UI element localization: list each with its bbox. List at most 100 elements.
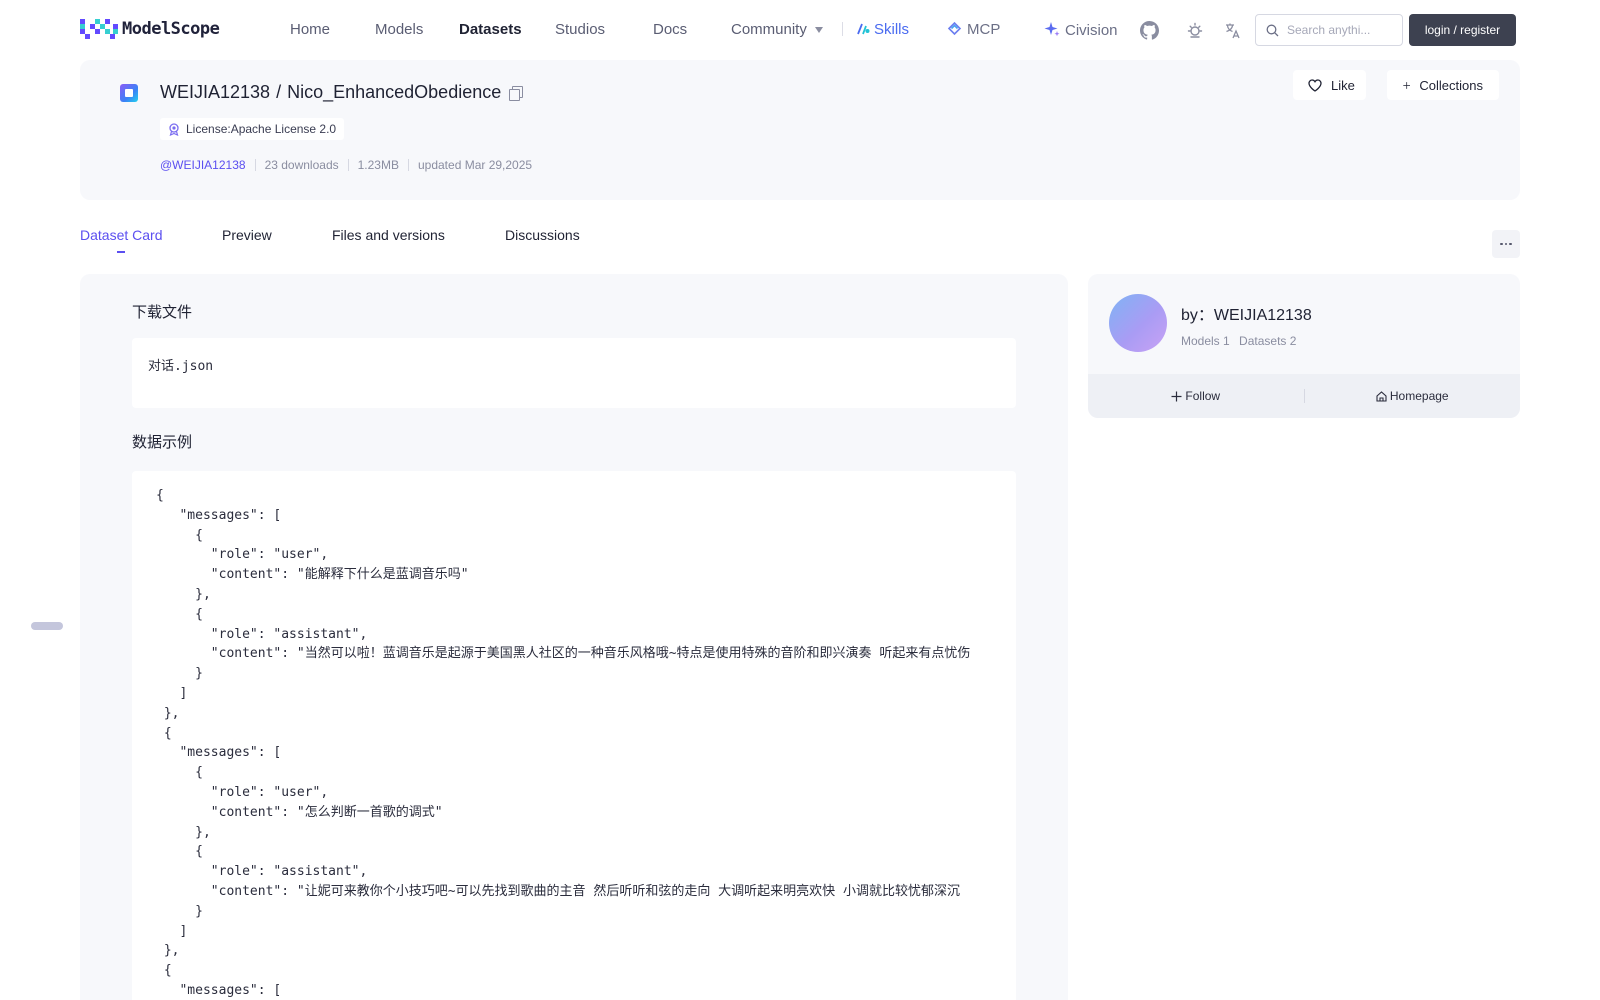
more-dot (1504, 242, 1508, 246)
code-line: } (156, 903, 203, 919)
author-name[interactable]: by：WEIJIA12138 (1181, 301, 1312, 325)
dataset-owner[interactable]: WEIJIA12138 (160, 82, 270, 103)
nav-community-label: Community (731, 21, 807, 38)
top-nav: ModelScope Home Models Datasets Studios … (0, 0, 1600, 58)
more-dot (1509, 242, 1512, 246)
license-icon (169, 122, 179, 136)
skills-icon (857, 23, 870, 35)
author-link[interactable]: @WEIJIA12138 (160, 158, 246, 172)
nav-mcp[interactable]: MCP (947, 21, 1000, 38)
models-count[interactable]: Models 1 (1181, 334, 1230, 348)
code-line: { (156, 725, 172, 741)
code-content: { "messages": [ { "role": "user", "conte… (132, 471, 1016, 1000)
code-line: { (156, 606, 203, 622)
github-icon[interactable] (1139, 20, 1159, 40)
file-name[interactable]: 对话.json (148, 359, 213, 374)
dataset-title: WEIJIA12138 / Nico_EnhancedObedience (160, 82, 524, 103)
home-icon (1376, 390, 1387, 402)
title-slash: / (276, 82, 282, 102)
language-icon[interactable] (1222, 20, 1242, 40)
updated-date: updated Mar 29,2025 (417, 158, 533, 172)
follow-button[interactable]: Follow (1088, 389, 1304, 403)
nav-docs[interactable]: Docs (653, 21, 687, 38)
nav-studios[interactable]: Studios (555, 21, 605, 38)
code-line: "messages": [ (156, 507, 282, 523)
datasets-count[interactable]: Datasets 2 (1239, 334, 1296, 348)
download-count: 23 downloads (264, 158, 339, 172)
nav-models[interactable]: Models (375, 21, 423, 38)
code-line: "messages": [ (156, 982, 282, 998)
nav-civision-label: Civision (1065, 22, 1118, 39)
code-block: { "messages": [ { "role": "user", "conte… (132, 471, 1016, 1000)
code-line: { (156, 844, 203, 860)
code-line: "content": "怎么判断一首歌的调式" (156, 804, 443, 820)
theme-sun-icon[interactable] (1185, 20, 1205, 40)
license-text: License:Apache License 2.0 (186, 122, 337, 136)
code-line: { (156, 527, 203, 543)
code-line: ] (156, 685, 188, 701)
follow-label: Follow (1185, 389, 1221, 403)
dataset-header-card: WEIJIA12138 / Nico_EnhancedObedience Lic… (80, 60, 1520, 200)
login-register-button[interactable]: login / register (1409, 14, 1516, 46)
nav-divider (842, 22, 843, 36)
more-options-button[interactable] (1492, 230, 1520, 258)
nav-datasets[interactable]: Datasets (459, 21, 522, 38)
data-example-heading: 数据示例 (132, 434, 193, 451)
side-panel-handle[interactable] (31, 622, 63, 630)
license-badge[interactable]: License:Apache License 2.0 (160, 118, 345, 140)
more-dot (1500, 242, 1503, 246)
search-input[interactable] (1287, 23, 1395, 37)
sparkle-icon (1044, 22, 1060, 37)
code-line: }, (156, 824, 211, 840)
tab-preview[interactable]: Preview (222, 227, 272, 243)
search-box[interactable] (1255, 14, 1403, 46)
tab-discussions[interactable]: Discussions (505, 227, 580, 243)
mcp-icon (947, 21, 962, 36)
dataset-name: Nico_EnhancedObedience (287, 82, 502, 102)
nav-skills-label: Skills (874, 21, 910, 38)
code-line: }, (156, 586, 211, 602)
code-line: { (156, 963, 172, 979)
code-line: { (156, 488, 164, 503)
dataset-meta: @WEIJIA12138 23 downloads 1.23MB updated… (160, 158, 532, 172)
code-line: "role": "user", (156, 784, 329, 800)
meta-divider (254, 159, 256, 171)
code-line: ] (156, 923, 188, 939)
nav-skills[interactable]: Skills (857, 21, 909, 38)
logo-text: ModelScope (122, 19, 220, 39)
chevron-down-icon (814, 27, 823, 34)
search-icon (1266, 24, 1279, 36)
code-line: }, (156, 943, 180, 959)
code-line: "messages": [ (156, 745, 282, 761)
tab-files-and-versions[interactable]: Files and versions (332, 227, 445, 243)
download-files-heading: 下载文件 (132, 304, 193, 321)
author-actions: Follow Homepage (1088, 374, 1520, 418)
author-counts: Models 1 Datasets 2 (1181, 334, 1302, 348)
meta-divider (407, 159, 409, 171)
collections-button[interactable]: Collections (1387, 70, 1499, 100)
copy-icon[interactable] (509, 85, 524, 101)
code-line: "content": "能解释下什么是蓝调音乐吗" (156, 567, 469, 583)
nav-mcp-label: MCP (967, 21, 1001, 38)
tab-dataset-card[interactable]: Dataset Card (80, 227, 162, 243)
code-line: "role": "assistant", (156, 626, 368, 642)
logo-mark-icon (80, 19, 118, 39)
avatar[interactable] (1109, 294, 1167, 352)
code-line: "content": "让妮可来教你个小技巧吧~可以先找到歌曲的主音 然后听听和… (156, 883, 961, 899)
nav-civision[interactable]: Civision (1044, 21, 1118, 39)
homepage-button[interactable]: Homepage (1305, 389, 1521, 403)
like-label: Like (1331, 77, 1355, 93)
plus-icon (1403, 81, 1411, 89)
plus-icon (1171, 391, 1182, 401)
nav-community[interactable]: Community (731, 21, 823, 38)
dataset-card-content: 下载文件 对话.json 数据示例 { "messages": [ { "rol… (80, 274, 1068, 1000)
code-line: } (156, 666, 203, 682)
active-tab-indicator (117, 251, 125, 253)
code-line: }, (156, 705, 180, 721)
meta-divider (347, 159, 349, 171)
modelscope-logo[interactable]: ModelScope (80, 19, 220, 39)
code-line: "role": "assistant", (156, 864, 368, 880)
dataset-size: 1.23MB (357, 158, 399, 172)
like-button[interactable]: Like (1293, 70, 1366, 100)
nav-home[interactable]: Home (290, 21, 330, 38)
